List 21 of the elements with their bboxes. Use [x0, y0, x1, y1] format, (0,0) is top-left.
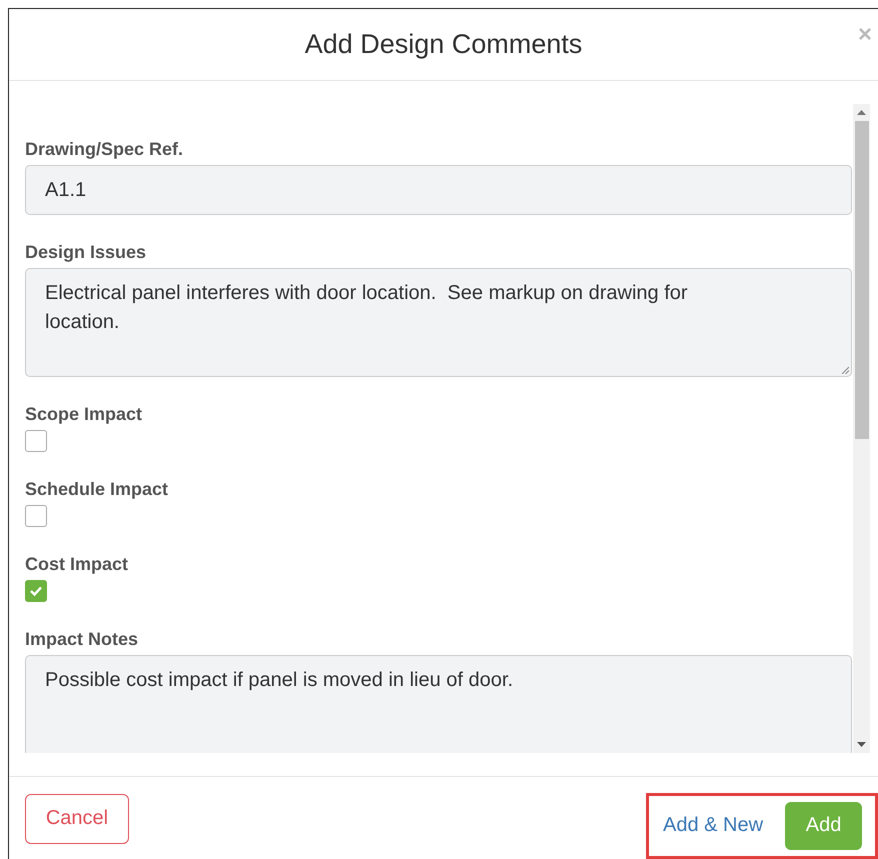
field-label: Scope Impact: [25, 404, 142, 425]
field-label: Design Issues: [25, 242, 146, 263]
checkmark-icon: [29, 585, 43, 597]
scroll-up-icon[interactable]: [857, 110, 866, 115]
scroll-down-icon[interactable]: [857, 742, 866, 747]
field-label: Schedule Impact: [25, 479, 168, 500]
resize-grip-icon[interactable]: [841, 366, 849, 374]
field-label: Drawing/Spec Ref.: [25, 139, 184, 160]
add-and-new-link[interactable]: Add & New: [663, 814, 764, 837]
checkbox[interactable]: [25, 580, 47, 602]
checkbox[interactable]: [25, 505, 47, 527]
add-button[interactable]: Add: [785, 802, 862, 850]
scrollbar[interactable]: [853, 104, 870, 753]
text-area[interactable]: Electrical panel interferes with door location. See markup on drawing for location.: [25, 268, 852, 377]
text-area[interactable]: Possible cost impact if panel is moved in lieu of door.: [25, 655, 852, 753]
field-label: Impact Notes: [25, 629, 138, 650]
input-field[interactable]: A1.1: [25, 165, 852, 215]
cancel-button[interactable]: Cancel: [25, 794, 129, 844]
checkbox[interactable]: [25, 430, 47, 452]
field-label: Cost Impact: [25, 554, 128, 575]
dialog-title: Add Design Comments: [304, 29, 582, 60]
